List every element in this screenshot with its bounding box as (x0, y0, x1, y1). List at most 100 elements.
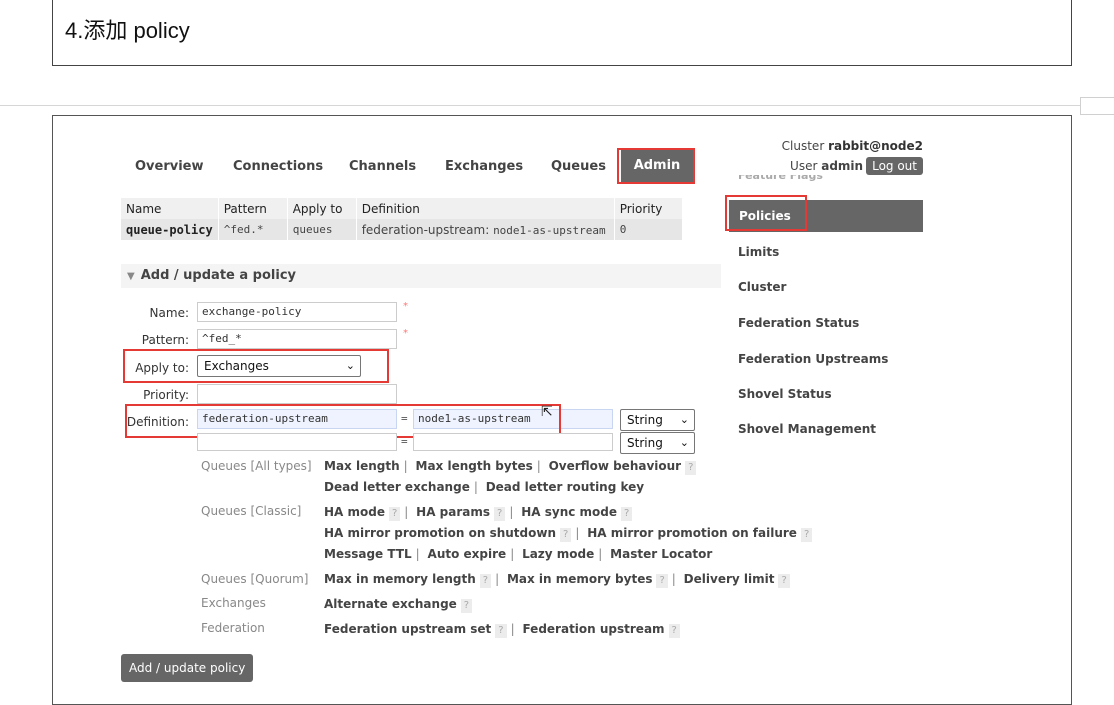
link-dl-routing-key[interactable]: Dead letter routing key (486, 480, 644, 494)
help-icon[interactable]: ? (621, 507, 633, 521)
separator: | (671, 572, 676, 586)
link-ha-promo-failure[interactable]: HA mirror promotion on failure (587, 526, 797, 540)
sidebar-item-shovel-management[interactable]: Shovel Management (738, 422, 876, 436)
sidebar-item-feature-flags[interactable]: Feature Flags (738, 175, 823, 183)
help-icon[interactable]: ? (479, 574, 492, 588)
row-def-key: federation-upstream: (361, 222, 490, 237)
col-apply-to: Apply to (287, 198, 357, 219)
separator: | (598, 547, 603, 561)
link-max-in-mem-bytes[interactable]: Max in memory bytes (507, 572, 653, 586)
link-lazy-mode[interactable]: Lazy mode (522, 547, 594, 561)
tab-connections[interactable]: Connections (233, 159, 323, 174)
definition-value-input-2[interactable] (413, 433, 613, 451)
sidebar-item-federation-status[interactable]: Federation Status (738, 316, 859, 330)
help-icon[interactable]: ? (668, 624, 680, 638)
link-master-locator[interactable]: Master Locator (610, 547, 712, 561)
table-header-row: Name Pattern Apply to Definition Priorit… (121, 198, 683, 219)
user-info: User admin Log out (790, 157, 923, 175)
table-row[interactable]: queue-policy ^fed.* queues federation-up… (121, 219, 683, 240)
add-update-policy-button[interactable]: Add / update policy (121, 654, 254, 682)
help-icon[interactable]: ? (494, 507, 506, 521)
priority-label: Priority: (143, 388, 189, 402)
row-name[interactable]: queue-policy (121, 219, 219, 240)
help-icon[interactable]: ? (495, 624, 507, 638)
col-pattern: Pattern (218, 198, 288, 219)
link-dl-exchange[interactable]: Dead letter exchange (324, 480, 470, 494)
sidebar-item-limits[interactable]: Limits (738, 245, 779, 259)
sidebar-item-cluster[interactable]: Cluster (738, 280, 786, 294)
required-star: * (403, 301, 408, 312)
group-exchanges: Exchanges (201, 596, 266, 610)
cluster-info: Cluster rabbit@node2 (782, 139, 923, 153)
link-ha-params[interactable]: HA params (416, 505, 490, 519)
separator: | (509, 505, 514, 519)
cluster-name: rabbit@node2 (828, 139, 923, 153)
links-classic-2: HA mirror promotion on shutdown? | HA mir… (324, 526, 813, 542)
links-queues-all-2: Dead letter exchange | Dead letter routin… (324, 480, 644, 494)
help-icon[interactable]: ? (800, 528, 813, 542)
scroll-handle[interactable] (1080, 97, 1114, 115)
required-star: * (403, 328, 408, 339)
tab-queues[interactable]: Queues (551, 159, 606, 174)
sidebar-item-shovel-status[interactable]: Shovel Status (738, 387, 832, 401)
chevron-down-icon: ⌄ (679, 436, 689, 449)
separator: | (473, 480, 478, 494)
definition-type-select-2[interactable]: String ⌄ (620, 432, 695, 454)
name-input[interactable]: exchange-policy (197, 302, 397, 322)
type-value: String (627, 413, 663, 427)
link-fed-upstream-set[interactable]: Federation upstream set (324, 622, 491, 636)
row-apply-to: queues (287, 219, 357, 240)
link-ha-promo-shutdown[interactable]: HA mirror promotion on shutdown (324, 526, 556, 540)
col-definition: Definition (356, 198, 615, 219)
link-ha-sync-mode[interactable]: HA sync mode (521, 505, 617, 519)
document-heading-box: 4.添加 policy (52, 0, 1072, 66)
help-icon[interactable]: ? (685, 461, 697, 475)
link-max-length[interactable]: Max length (324, 459, 400, 473)
help-icon[interactable]: ? (656, 574, 668, 588)
link-fed-upstream[interactable]: Federation upstream (522, 622, 664, 636)
add-policy-section-header[interactable]: ▼ Add / update a policy (121, 264, 721, 288)
separator: | (575, 526, 580, 540)
link-ha-mode[interactable]: HA mode (324, 505, 385, 519)
row-pattern: ^fed.* (218, 219, 288, 240)
mouse-cursor-icon: ⇱ (541, 404, 553, 420)
group-queues-quorum: Queues [Quorum] (201, 572, 309, 586)
link-delivery-limit[interactable]: Delivery limit (684, 572, 775, 586)
link-auto-expire[interactable]: Auto expire (428, 547, 507, 561)
separator: | (536, 459, 541, 473)
logout-button[interactable]: Log out (866, 157, 923, 175)
separator: | (415, 547, 420, 561)
pattern-input[interactable]: ^fed_* (197, 329, 397, 349)
sidebar-item-federation-upstreams[interactable]: Federation Upstreams (738, 352, 888, 366)
chevron-down-icon: ⌄ (679, 413, 689, 426)
link-overflow[interactable]: Overflow behaviour (549, 459, 682, 473)
separator: | (495, 572, 500, 586)
divider (0, 105, 1114, 106)
link-message-ttl[interactable]: Message TTL (324, 547, 412, 561)
tab-exchanges[interactable]: Exchanges (445, 159, 523, 174)
group-queues-classic: Queues [Classic] (201, 504, 302, 518)
priority-input[interactable] (197, 384, 397, 404)
definition-type-select[interactable]: String ⌄ (620, 409, 695, 431)
link-max-length-bytes[interactable]: Max length bytes (416, 459, 533, 473)
links-federation: Federation upstream set? | Federation ups… (324, 622, 680, 638)
collapse-triangle-icon: ▼ (127, 271, 135, 282)
rabbitmq-admin-screenshot: Overview Connections Channels Exchanges … (52, 115, 1072, 705)
tab-channels[interactable]: Channels (349, 159, 416, 174)
user-name: admin (821, 159, 864, 173)
separator: | (510, 622, 515, 636)
links-classic-3: Message TTL | Auto expire | Lazy mode | Mas… (324, 547, 712, 561)
links-quorum: Max in memory length? | Max in memory byt… (324, 572, 790, 588)
type-value: String (627, 436, 663, 450)
help-icon[interactable]: ? (778, 574, 790, 588)
help-icon[interactable]: ? (388, 507, 401, 521)
help-icon[interactable]: ? (560, 528, 572, 542)
link-max-in-mem-length[interactable]: Max in memory length (324, 572, 476, 586)
help-icon[interactable]: ? (460, 599, 473, 613)
tab-overview[interactable]: Overview (135, 159, 204, 174)
highlight-admin-tab (617, 148, 695, 184)
definition-key-input-2[interactable] (197, 433, 397, 451)
policies-table: Name Pattern Apply to Definition Priorit… (121, 198, 683, 240)
link-alt-exchange[interactable]: Alternate exchange (324, 597, 457, 611)
col-name: Name (121, 198, 219, 219)
